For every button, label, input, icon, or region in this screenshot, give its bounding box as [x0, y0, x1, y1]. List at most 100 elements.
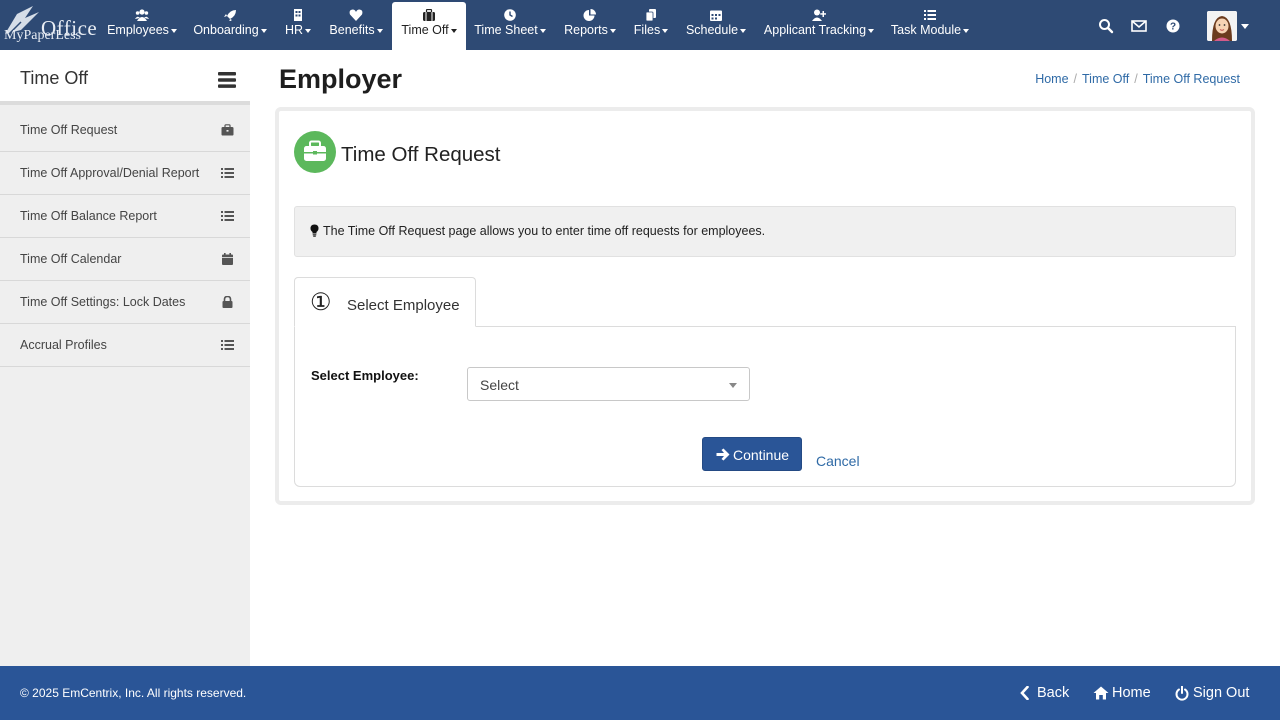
nav-hr-label: HR: [284, 23, 304, 37]
sidebar-item-calendar[interactable]: Time Off Calendar: [0, 238, 250, 281]
user-avatar[interactable]: [1207, 11, 1237, 41]
arrow-right-icon: [716, 448, 730, 461]
search-icon[interactable]: [1098, 18, 1114, 34]
breadcrumb-time-off-request[interactable]: Time Off Request: [1143, 72, 1240, 86]
page-title: Employer: [279, 64, 403, 94]
caret-down-icon: [868, 28, 875, 33]
section-title: Time Off Request: [341, 143, 501, 166]
nav-schedule-label: Schedule: [685, 23, 739, 37]
footer: © 2025 EmCentrix, Inc. All rights reserv…: [0, 666, 1280, 720]
tasks-icon: [924, 10, 936, 20]
user-plus-icon: [812, 9, 826, 21]
caret-down-icon: [609, 28, 616, 33]
nav-schedule[interactable]: Schedule: [681, 0, 751, 50]
home-icon: [1093, 686, 1109, 700]
nav-files[interactable]: Files: [629, 0, 673, 50]
continue-button-label: Continue: [733, 447, 790, 463]
sidebar-item-time-off-request[interactable]: Time Off Request: [0, 109, 250, 152]
sidebar-item-label: Time Off Approval/Denial Report: [20, 166, 200, 180]
lock-icon: [222, 296, 233, 308]
sign-out-label: Sign Out: [1193, 685, 1250, 701]
caret-down-icon: [963, 28, 970, 33]
caret-down-icon[interactable]: [1241, 24, 1249, 29]
list-icon: [221, 168, 234, 178]
nav-task-module-label: Task Module: [890, 23, 962, 37]
nav-employees[interactable]: Employees: [101, 0, 183, 50]
list-icon: [221, 211, 234, 221]
caret-down-icon: [662, 28, 669, 33]
sidebar-item-balance-report[interactable]: Time Off Balance Report: [0, 195, 250, 238]
files-icon: [645, 9, 656, 21]
logo-text-mypaperless: MyPaperLess: [4, 28, 81, 43]
info-text: The Time Off Request page allows you to …: [323, 224, 766, 238]
nav-applicant-tracking-label: Applicant Tracking: [763, 23, 867, 37]
calendar-icon: [222, 253, 233, 265]
nav-benefits[interactable]: Benefits: [324, 0, 388, 50]
sidebar-item-lock-dates[interactable]: Time Off Settings: Lock Dates: [0, 281, 250, 324]
breadcrumb-home[interactable]: Home: [1035, 72, 1068, 86]
sidebar-title: Time Off: [20, 68, 89, 88]
pie-chart-icon: [583, 9, 596, 21]
nav-hr[interactable]: HR: [279, 0, 317, 50]
chevron-down-icon: [729, 383, 737, 388]
users-icon: [135, 9, 149, 21]
power-icon: [1175, 686, 1189, 701]
caret-down-icon: [305, 28, 312, 33]
lightbulb-icon: [310, 224, 319, 237]
rocket-icon: [224, 10, 236, 21]
help-icon[interactable]: ?: [1165, 18, 1181, 34]
list-icon: [221, 340, 234, 350]
nav-time-off[interactable]: Time Off: [392, 2, 466, 50]
heart-icon: [349, 9, 363, 21]
caret-down-icon: [740, 28, 747, 33]
caret-down-icon: [376, 28, 383, 33]
caret-down-icon: [260, 28, 267, 33]
employee-select[interactable]: Select: [467, 367, 750, 401]
tab-label: Select Employee: [347, 297, 460, 314]
envelope-icon[interactable]: [1131, 18, 1147, 34]
home-label: Home: [1112, 685, 1151, 701]
nav-onboarding-label: Onboarding: [193, 23, 259, 37]
continue-button[interactable]: Continue: [702, 437, 802, 471]
info-message: The Time Off Request page allows you to …: [294, 206, 1236, 257]
clock-icon: [504, 9, 516, 21]
hamburger-menu-icon[interactable]: [217, 71, 237, 89]
sidebar-item-label: Accrual Profiles: [20, 338, 107, 352]
chevron-left-icon: [1020, 686, 1029, 700]
select-employee-label: Select Employee:: [311, 368, 419, 383]
step-number: ①: [310, 289, 332, 316]
back-label: Back: [1037, 685, 1070, 701]
sidebar-item-approval-denial-report[interactable]: Time Off Approval/Denial Report: [0, 152, 250, 195]
nav-files-label: Files: [633, 23, 661, 37]
employee-select-value: Select: [480, 377, 519, 393]
caret-down-icon: [539, 28, 546, 33]
sidebar-item-label: Time Off Settings: Lock Dates: [20, 295, 186, 309]
mypaperless-logo[interactable]: Office MyPaperLess: [3, 4, 97, 46]
tab-select-employee[interactable]: ① Select Employee: [294, 277, 476, 327]
nav-applicant-tracking[interactable]: Applicant Tracking: [759, 0, 879, 50]
sidebar-item-label: Time Off Request: [20, 123, 118, 137]
top-navbar: Office MyPaperLess Employees Onboarding …: [0, 0, 1280, 50]
calendar-icon: [710, 10, 722, 21]
breadcrumb: Home / Time Off / Time Off Request: [1035, 72, 1240, 86]
breadcrumb-time-off[interactable]: Time Off: [1082, 72, 1129, 86]
nav-time-sheet[interactable]: Time Sheet: [469, 0, 551, 50]
cancel-link[interactable]: Cancel: [816, 453, 860, 469]
sidebar: Time Off Time Off Request Time Off Appro…: [0, 50, 250, 666]
time-off-request-badge: [294, 131, 336, 173]
sidebar-item-label: Time Off Balance Report: [20, 209, 157, 223]
copyright-text: © 2025 EmCentrix, Inc. All rights reserv…: [20, 686, 247, 700]
sidebar-header: Time Off: [0, 50, 250, 105]
nav-reports-label: Reports: [564, 23, 608, 37]
nav-task-module[interactable]: Task Module: [886, 0, 974, 50]
nav-time-sheet-label: Time Sheet: [474, 23, 538, 37]
suitcase-icon: [423, 9, 435, 21]
sidebar-item-accrual-profiles[interactable]: Accrual Profiles: [0, 324, 250, 367]
nav-reports[interactable]: Reports: [558, 0, 622, 50]
breadcrumb-separator: /: [1073, 72, 1078, 86]
briefcase-icon: [304, 140, 326, 161]
nav-employees-label: Employees: [107, 23, 169, 37]
nav-onboarding[interactable]: Onboarding: [188, 0, 272, 50]
svg-text:?: ?: [1170, 22, 1176, 33]
nav-benefits-label: Benefits: [329, 23, 375, 37]
